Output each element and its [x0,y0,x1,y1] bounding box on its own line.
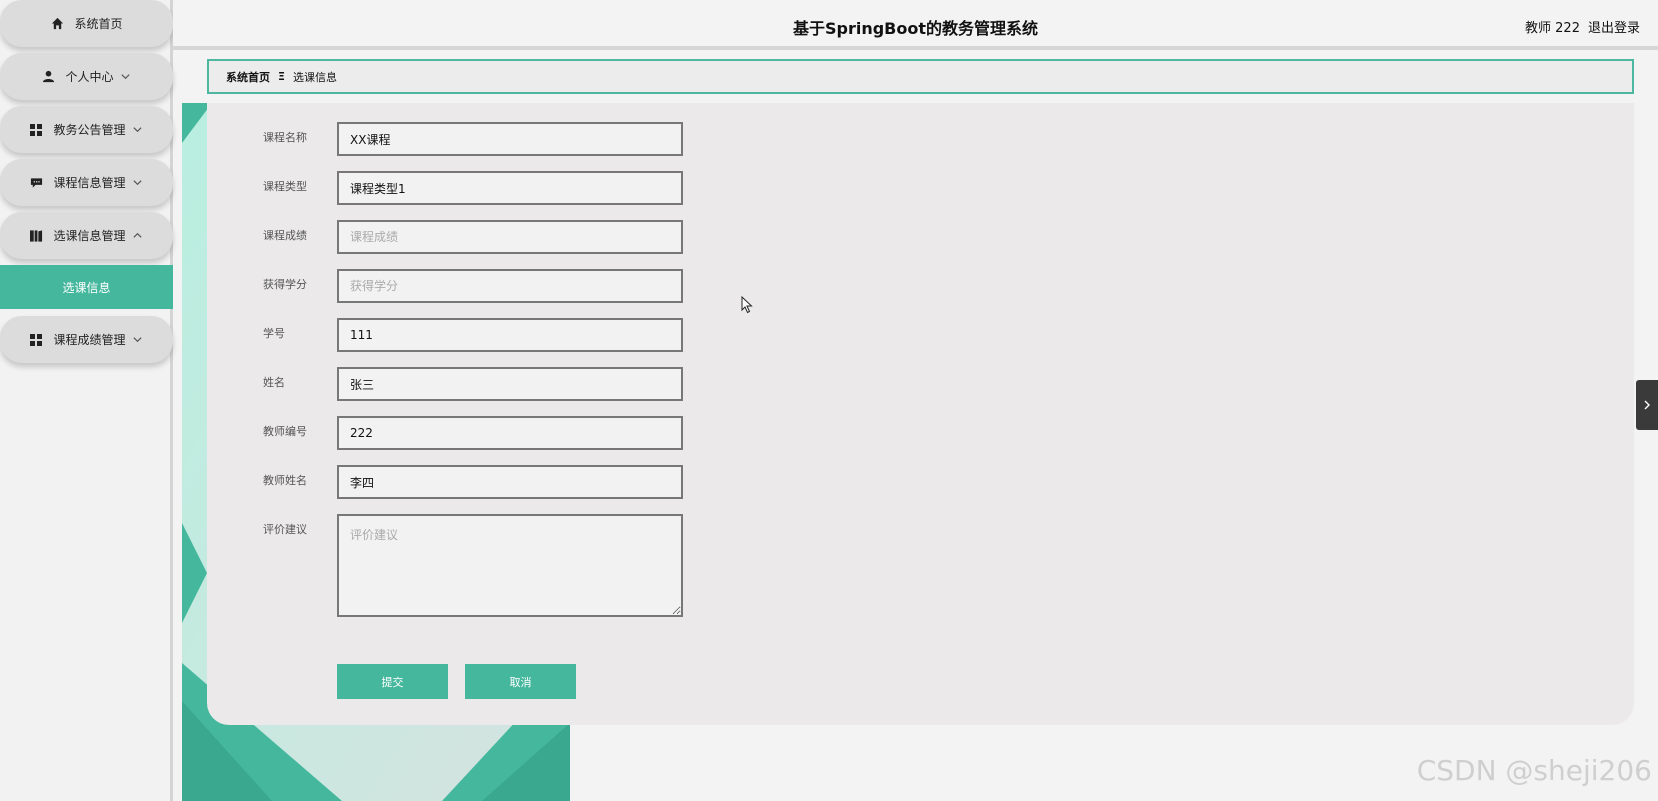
teacher-id-input[interactable] [337,416,683,450]
cancel-button[interactable]: 取消 [465,664,576,699]
sidebar-item-grades[interactable]: 课程成绩管理 [0,316,173,363]
breadcrumb: 系统首页 Ξ 选课信息 [207,59,1634,94]
sidebar-item-label: 选课信息管理 [53,229,126,243]
grid-icon [29,123,43,137]
mouse-cursor-icon [741,295,753,318]
watermark: CSDN @sheji206 [1416,754,1652,787]
form-panel: 课程名称 课程类型 课程成绩 获得学分 学号 姓名 教师编号 教师姓名 评价建议… [207,103,1634,725]
chevron-down-icon [132,124,144,136]
course-type-label: 课程类型 [263,180,307,193]
breadcrumb-separator: Ξ [278,70,285,83]
chevron-up-icon [132,230,144,242]
credits-label: 获得学分 [263,278,307,291]
chevron-down-icon [132,177,144,189]
student-name-input[interactable] [337,367,683,401]
home-icon [50,17,64,31]
student-id-input[interactable] [337,318,683,352]
sidebar-subitem-label: 选课信息 [62,280,111,295]
course-name-input[interactable] [337,122,683,156]
sidebar-item-home[interactable]: 系统首页 [0,0,173,47]
sidebar-item-label: 个人中心 [65,70,114,84]
logout-link[interactable]: 退出登录 [1588,17,1640,36]
evaluation-label: 评价建议 [263,523,307,536]
grid-icon [29,333,43,347]
course-name-label: 课程名称 [263,131,307,144]
sidebar-item-label: 教务公告管理 [53,123,126,137]
sidebar-item-profile[interactable]: 个人中心 [0,53,173,100]
top-header: 基于SpringBoot的教务管理系统 教师 222 退出登录 [173,0,1658,50]
sidebar-item-label: 系统首页 [74,17,123,31]
credits-input[interactable] [337,269,683,303]
teacher-name-label: 教师姓名 [263,474,307,487]
teacher-id-label: 教师编号 [263,425,307,438]
course-score-label: 课程成绩 [263,229,307,242]
book-icon [29,229,43,243]
user-label: 教师 222 [1525,21,1580,36]
sidebar-subitem-enrollment-info[interactable]: 选课信息 [0,265,173,309]
header-user-area: 教师 222 退出登录 [1525,17,1640,36]
chevron-right-icon [1644,400,1650,410]
student-name-label: 姓名 [263,376,285,389]
chevron-down-icon [132,334,144,346]
sidebar: 系统首页 个人中心 教务公告管理 课程信息管理 选课信息管理 选课信息 课程成绩… [0,0,173,801]
course-score-input[interactable] [337,220,683,254]
sidebar-item-label: 课程成绩管理 [53,333,126,347]
teacher-name-input[interactable] [337,465,683,499]
message-icon [29,176,43,190]
sidebar-item-enrollment[interactable]: 选课信息管理 [0,212,173,259]
course-type-input[interactable] [337,171,683,205]
breadcrumb-home[interactable]: 系统首页 [226,69,270,85]
sidebar-item-announcements[interactable]: 教务公告管理 [0,106,173,153]
user-icon [41,70,55,84]
student-id-label: 学号 [263,327,285,340]
evaluation-textarea[interactable] [337,514,683,617]
side-panel-toggle[interactable] [1636,380,1658,430]
breadcrumb-current: 选课信息 [292,70,337,84]
submit-button[interactable]: 提交 [337,664,448,699]
page-title: 基于SpringBoot的教务管理系统 [792,19,1039,38]
sidebar-item-courses[interactable]: 课程信息管理 [0,159,173,206]
chevron-down-icon [120,71,132,83]
sidebar-item-label: 课程信息管理 [53,176,126,190]
